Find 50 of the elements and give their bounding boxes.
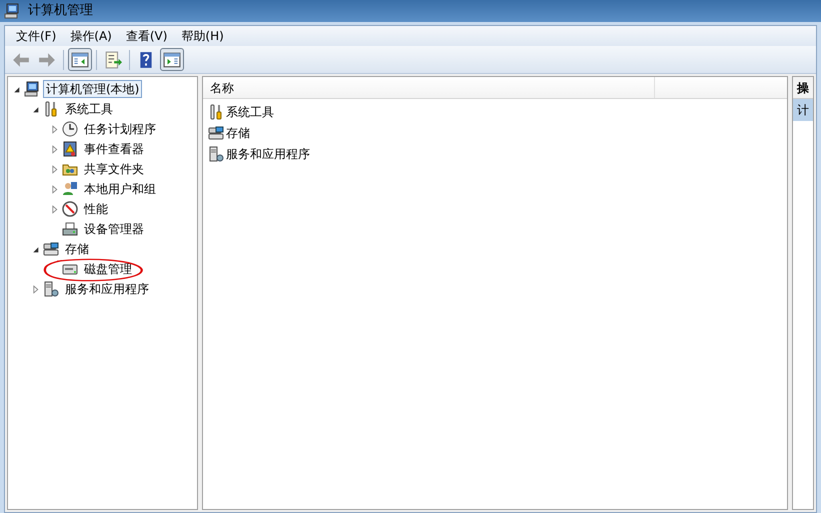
collapsed-arrow-icon[interactable] bbox=[50, 124, 59, 134]
list-item[interactable]: 系统工具 bbox=[226, 102, 274, 120]
users-icon bbox=[62, 181, 78, 197]
toolbar-button[interactable] bbox=[160, 48, 184, 71]
tree-item[interactable]: 设备管理器 bbox=[81, 220, 147, 238]
storage-icon bbox=[208, 124, 224, 140]
computer-icon bbox=[4, 3, 20, 19]
toolbar-button[interactable] bbox=[68, 48, 92, 71]
event-log-icon bbox=[62, 141, 78, 157]
panel-toggle-icon bbox=[163, 50, 181, 68]
server-gear-icon bbox=[43, 281, 59, 297]
tree-item[interactable]: 共享文件夹 bbox=[81, 160, 147, 178]
panel-toggle-icon bbox=[71, 50, 89, 68]
collapsed-arrow-icon[interactable] bbox=[50, 184, 59, 194]
back-arrow-icon bbox=[12, 50, 30, 68]
tree-item[interactable]: 性能 bbox=[81, 200, 111, 218]
storage-icon bbox=[43, 241, 59, 257]
expanded-arrow-icon[interactable] bbox=[31, 244, 40, 254]
gauge-icon bbox=[62, 201, 78, 217]
collapsed-arrow-icon[interactable] bbox=[50, 164, 59, 174]
tree-item[interactable]: 事件查看器 bbox=[81, 140, 147, 158]
menu-item[interactable]: 文件(F) bbox=[9, 27, 64, 45]
menu-item[interactable]: 查看(V) bbox=[118, 27, 174, 45]
forward-arrow-icon bbox=[38, 50, 56, 68]
tree-item[interactable]: 任务计划程序 bbox=[81, 120, 159, 138]
printer-icon bbox=[62, 221, 78, 237]
collapsed-arrow-icon[interactable] bbox=[50, 144, 59, 154]
list-item[interactable]: 服务和应用程序 bbox=[226, 144, 310, 162]
collapsed-arrow-icon[interactable] bbox=[31, 284, 40, 294]
actions-header: 操 bbox=[793, 77, 813, 99]
list-item[interactable]: 存储 bbox=[226, 124, 250, 142]
tree-item[interactable]: 本地用户和组 bbox=[81, 180, 159, 198]
tree-item[interactable]: 存储 bbox=[62, 240, 92, 258]
server-gear-icon bbox=[208, 146, 224, 162]
tree-item[interactable]: 计算机管理(本地) bbox=[43, 80, 142, 98]
tree-item[interactable]: 服务和应用程序 bbox=[62, 280, 152, 298]
menu-item[interactable]: 操作(A) bbox=[63, 27, 119, 45]
expanded-arrow-icon[interactable] bbox=[31, 104, 40, 114]
computer-icon bbox=[24, 81, 40, 97]
tree-item[interactable]: 系统工具 bbox=[62, 100, 116, 118]
expanded-arrow-icon[interactable] bbox=[12, 84, 21, 94]
wrench-screwdriver-icon bbox=[208, 104, 224, 120]
collapsed-arrow-icon[interactable] bbox=[50, 204, 59, 214]
action-item[interactable]: 计 bbox=[793, 99, 813, 121]
clock-icon bbox=[62, 121, 78, 137]
menu-item[interactable]: 帮助(H) bbox=[174, 27, 231, 45]
window-title: 计算机管理 bbox=[28, 2, 93, 20]
wrench-screwdriver-icon bbox=[43, 101, 59, 117]
export-list-icon bbox=[104, 50, 122, 68]
tree-item[interactable]: 磁盘管理 bbox=[81, 260, 135, 278]
